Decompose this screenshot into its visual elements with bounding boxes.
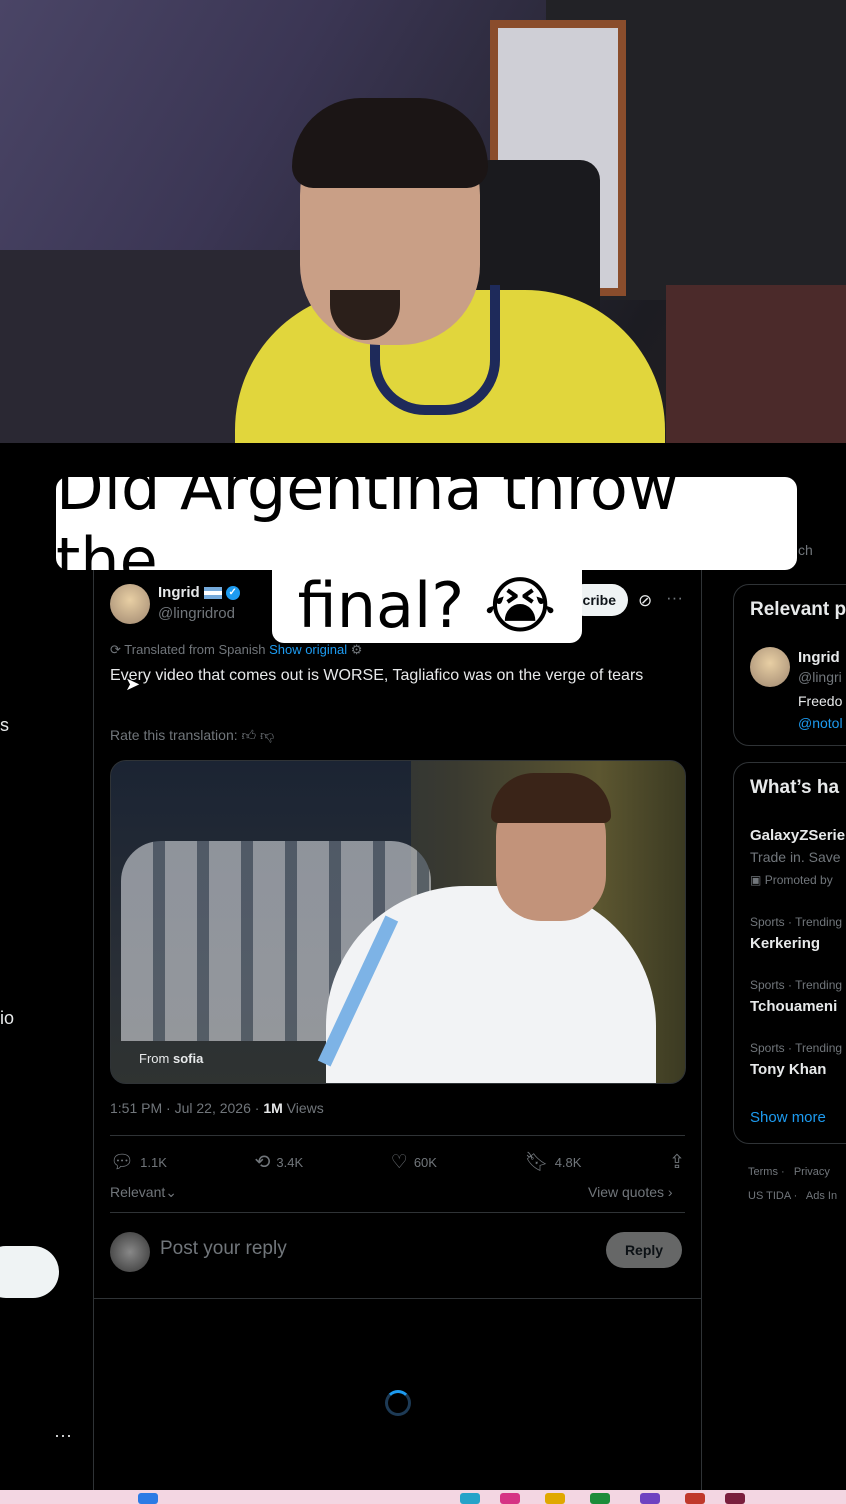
promo-text: Trade in. Save	[750, 849, 841, 865]
reply-button[interactable]: Reply	[606, 1232, 682, 1268]
relevant-bio-link[interactable]: @notol	[798, 715, 843, 731]
promo-label: ▣ Promoted by	[750, 873, 833, 887]
tweet-text: Every video that comes out is WORSE, Tag…	[110, 667, 644, 684]
media-source[interactable]: sofia	[173, 1051, 203, 1066]
relevant-people-title: Relevant p	[750, 599, 846, 620]
streamer-hair	[292, 98, 488, 188]
sidebar-fragment: s	[0, 715, 9, 735]
media-attribution[interactable]: From sofia	[139, 1051, 203, 1066]
sidebar-fragment: io	[0, 1008, 15, 1028]
reply-count: 1.1K	[140, 1154, 167, 1170]
bookmark-icon: 🔖︎	[524, 1152, 549, 1173]
relevant-avatar[interactable]	[750, 647, 790, 687]
bookmark-count: 4.8K	[554, 1154, 582, 1170]
webcam-video	[0, 0, 846, 443]
like-action[interactable]: ♡ 60K	[391, 1150, 437, 1174]
divider	[110, 1212, 685, 1213]
reply-action[interactable]: 💬︎ 1.1K	[110, 1150, 167, 1174]
settings-icon[interactable]: ⚙	[351, 642, 363, 657]
desk	[666, 285, 846, 443]
translate-icon: ⟳	[110, 642, 121, 657]
sort-replies-dropdown[interactable]: Relevant⌄	[110, 1184, 177, 1201]
author-handle[interactable]: @lingridrod	[158, 605, 235, 622]
player-hair	[491, 773, 611, 823]
show-original-link[interactable]: Show original	[269, 642, 347, 657]
bookmark-action[interactable]: 🔖︎ 4.8K	[525, 1150, 582, 1174]
mouse-cursor-icon: ➤	[125, 674, 141, 694]
trend-category: Sports · Trending	[750, 978, 843, 992]
search-input[interactable]: ch	[798, 542, 813, 558]
repost-icon: ⟲	[254, 1151, 271, 1173]
like-count: 60K	[413, 1154, 437, 1170]
repost-count: 3.4K	[276, 1154, 304, 1170]
promoted-icon: ▣	[750, 873, 762, 887]
reply-input[interactable]: Post your reply	[160, 1238, 287, 1260]
os-taskbar	[0, 1490, 846, 1504]
app-icon[interactable]	[500, 1493, 520, 1504]
app-icon[interactable]	[460, 1493, 480, 1504]
viewer-avatar[interactable]	[110, 1232, 150, 1272]
app-icon[interactable]	[640, 1493, 660, 1504]
chevron-right-icon: ›	[667, 1184, 673, 1200]
divider	[94, 1298, 701, 1299]
relevant-name[interactable]: Ingrid	[798, 649, 840, 666]
footer-links: US TIDA · Ads In	[748, 1190, 838, 1202]
divider	[110, 1135, 685, 1136]
more-icon[interactable]: ···	[54, 1425, 72, 1446]
rate-translation: Rate this translation: 👍︎ 👎︎	[110, 727, 274, 744]
trending-title: What’s ha	[750, 777, 840, 798]
sort-label: Relevant	[110, 1184, 166, 1200]
from-label: From	[139, 1051, 170, 1066]
left-sidebar: s io ···	[0, 520, 94, 1490]
reply-icon: 💬︎	[110, 1152, 135, 1173]
relevant-bio: Freedo	[798, 693, 843, 709]
translated-label: Translated from Spanish	[124, 642, 266, 657]
ustida-link[interactable]: US TIDA	[748, 1190, 791, 1202]
relevant-handle[interactable]: @lingri	[798, 669, 842, 685]
relevant-people-card: Relevant p Ingrid @lingri Freedo @notol	[733, 584, 846, 746]
loading-spinner-icon	[385, 1390, 411, 1416]
view-quotes-label: View quotes	[588, 1184, 665, 1200]
trending-card: What’s ha GalaxyZSerie Trade in. Save ▣ …	[733, 762, 846, 1144]
folder-icon[interactable]	[545, 1493, 565, 1504]
caption-line-1: Did Argentina throw the	[56, 451, 797, 597]
app-icon[interactable]	[725, 1493, 745, 1504]
start-icon[interactable]	[138, 1493, 158, 1504]
promo-title[interactable]: GalaxyZSerie	[750, 827, 845, 844]
trend-category: Sports · Trending	[750, 1041, 843, 1055]
caption-line-2: final? 😭	[272, 568, 582, 643]
trend-category: Sports · Trending	[750, 915, 843, 929]
rate-label: Rate this translation:	[110, 727, 238, 743]
right-sidebar: ch Relevant p Ingrid @lingri Freedo @not…	[702, 520, 846, 1490]
trend-name[interactable]: Tony Khan	[750, 1061, 826, 1078]
tweet-video[interactable]: From sofia	[110, 760, 686, 1084]
share-icon: ⇪	[669, 1151, 685, 1173]
app-icon[interactable]	[590, 1493, 610, 1504]
privacy-link[interactable]: Privacy	[794, 1166, 830, 1178]
share-action[interactable]: ⇪	[669, 1150, 685, 1174]
tweet-meta: 1:51 PM · Jul 22, 2026 · 1M Views	[110, 1100, 324, 1116]
show-more-link[interactable]: Show more	[750, 1109, 826, 1126]
translation-notice: ⟳ Translated from Spanish Show original …	[110, 642, 362, 658]
views-count: 1M	[263, 1100, 283, 1116]
ads-link[interactable]: Ads In	[806, 1190, 837, 1202]
post-button[interactable]	[0, 1246, 59, 1298]
app-icon[interactable]	[685, 1493, 705, 1504]
terms-link[interactable]: Terms	[748, 1166, 778, 1178]
views-label: Views	[286, 1100, 324, 1116]
trend-name[interactable]: Kerkering	[750, 935, 820, 952]
tweet-time[interactable]: 1:51 PM · Jul 22, 2026 ·	[110, 1100, 259, 1116]
tweet-actions: 💬︎ 1.1K ⟲ 3.4K ♡ 60K 🔖︎ 4.8K ⇪	[110, 1150, 685, 1174]
heart-icon: ♡	[390, 1151, 408, 1173]
view-quotes-link[interactable]: View quotes ›	[588, 1184, 673, 1200]
thumbs-up-icon[interactable]: 👍︎	[242, 727, 257, 743]
thumbs-down-icon[interactable]: 👎︎	[260, 727, 274, 743]
footer-links: Terms · Privacy	[748, 1166, 830, 1178]
tweet-detail: Ingrid ✓ @lingridrod cribe ⊘ ··· ⟳ Transl…	[94, 520, 702, 1490]
trend-name[interactable]: Tchouameni	[750, 998, 837, 1015]
repost-action[interactable]: ⟲ 3.4K	[254, 1150, 303, 1174]
chevron-down-icon: ⌄	[165, 1184, 177, 1200]
